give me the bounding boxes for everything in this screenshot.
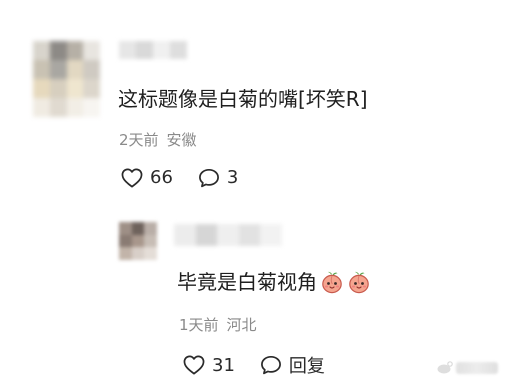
reply-location: 河北 bbox=[226, 316, 257, 334]
reply-username-blurred[interactable] bbox=[174, 224, 282, 246]
reply-button-label: 回复 bbox=[288, 356, 325, 377]
comment-actions: 66 3 bbox=[121, 167, 238, 188]
peach-face-emoji bbox=[322, 271, 342, 294]
comment-meta: 2天前 安徽 bbox=[119, 130, 197, 150]
username-blurred[interactable] bbox=[119, 41, 187, 59]
reply-button[interactable]: 回复 bbox=[260, 352, 325, 378]
speech-bubble-icon bbox=[260, 355, 281, 375]
comment-thread: 这标题像是白菊的嘴[坏笑R] 2天前 安徽 66 3 毕竟是白菊视角 1天前 河… bbox=[0, 0, 512, 386]
avatar[interactable] bbox=[33, 41, 100, 117]
speech-bubble-icon bbox=[198, 168, 219, 187]
comment-time: 2天前 bbox=[119, 131, 159, 149]
reply-count: 3 bbox=[226, 167, 239, 188]
reply-count-button[interactable]: 3 bbox=[198, 167, 238, 188]
reply-like-button[interactable]: 31 bbox=[183, 355, 235, 376]
watermark-text bbox=[456, 361, 498, 374]
comment-text: 这标题像是白菊的嘴[坏笑R] bbox=[118, 87, 368, 111]
heart-outline-icon bbox=[183, 355, 205, 375]
reply-text: 毕竟是白菊视角 bbox=[177, 268, 371, 296]
reply-time: 1天前 bbox=[179, 316, 219, 334]
reply-actions: 31 回复 bbox=[183, 352, 325, 378]
like-button[interactable]: 66 bbox=[121, 167, 173, 188]
like-count: 66 bbox=[150, 167, 173, 188]
reply-avatar[interactable] bbox=[119, 222, 157, 260]
heart-outline-icon bbox=[121, 168, 143, 187]
reply-meta: 1天前 河北 bbox=[179, 315, 257, 335]
weibo-logo-icon bbox=[437, 361, 453, 374]
reply-text-content: 毕竟是白菊视角 bbox=[177, 270, 317, 294]
watermark bbox=[437, 361, 498, 374]
comment-location: 安徽 bbox=[166, 131, 197, 149]
peach-face-emoji bbox=[349, 271, 369, 294]
reply-like-count: 31 bbox=[212, 354, 235, 376]
